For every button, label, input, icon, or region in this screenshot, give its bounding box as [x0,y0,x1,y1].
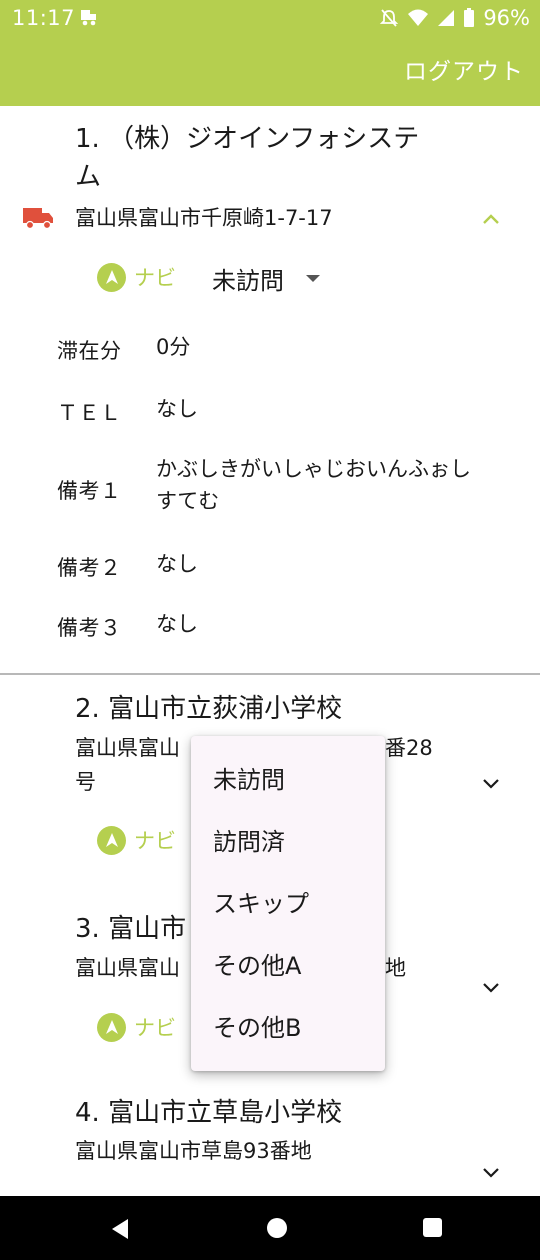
menu-item-visited[interactable]: 訪問済 [191,808,385,870]
detail-label-note3: 備考３ [57,616,122,640]
divider [0,673,540,675]
detail-value-note2: なし [156,552,198,576]
navi-label: ナビ [134,266,176,290]
wifi-icon [408,9,429,26]
stop-address-part: 地 [385,956,406,980]
status-time: 11:17 [12,6,76,30]
stop-address-part: 番28 [385,736,433,760]
visit-status-menu: 未訪問 訪問済 スキップ その他A その他B [191,736,385,1071]
logout-button[interactable]: ログアウト [404,52,524,86]
detail-label-stay: 滞在分 [57,339,122,363]
stop-title: 2. 富山市立荻浦小学校 [75,694,343,724]
stop-title: 4. 富山市立草島小学校 [75,1098,343,1128]
dropdown-arrow-icon [306,275,320,282]
navigation-arrow-icon [97,262,126,292]
signal-icon [438,10,455,26]
navigation-arrow-icon [97,825,126,855]
menu-item-other-a[interactable]: その他A [191,932,385,994]
chevron-up-icon[interactable] [480,208,502,230]
detail-value-stay: 0分 [156,335,191,359]
truck-notification-icon [81,10,96,26]
detail-label-tel: ＴＥＬ [57,401,122,425]
navi-button[interactable]: ナビ [97,262,176,292]
detail-value-note3: なし [156,612,198,636]
navigation-arrow-icon [97,1012,126,1042]
system-nav-bar [0,1196,540,1260]
navi-button[interactable]: ナビ [97,825,176,855]
menu-item-not-visited[interactable]: 未訪問 [191,746,385,808]
navi-label: ナビ [134,1016,176,1040]
visit-status-value: 未訪問 [212,267,284,295]
stop-address-part: 富山県富山 [75,736,180,760]
home-icon[interactable] [267,1218,287,1238]
menu-item-skip[interactable]: スキップ [191,870,385,932]
battery-icon [464,8,475,27]
back-icon[interactable] [110,1218,130,1240]
stop-address: 富山県富山市草島93番地 [75,1139,312,1163]
stop-address-part: 号 [75,770,96,794]
menu-item-other-b[interactable]: その他B [191,994,385,1056]
status-icons: 96% [379,6,530,30]
chevron-down-icon[interactable] [480,976,502,998]
detail-value-note1: かぶしきがいしゃじおいんふぉし すてむ [156,457,471,513]
battery-percent: 96% [483,6,530,30]
chevron-down-icon[interactable] [480,772,502,794]
stop-address: 富山県富山市千原崎1-7-17 [75,206,333,230]
truck-icon [23,208,53,230]
visit-status-select[interactable]: 未訪問 [212,261,320,296]
detail-label-note1: 備考１ [57,479,122,503]
stop-address-part: 富山県富山 [75,956,180,980]
do-not-disturb-icon [380,9,399,27]
navi-button[interactable]: ナビ [97,1012,176,1042]
recent-apps-icon[interactable] [423,1218,442,1237]
stop-title: 3. 富山市 [75,914,187,944]
app-header: 11:17 96% ログアウト [0,0,540,106]
navi-label: ナビ [134,829,176,853]
detail-label-note2: 備考２ [57,556,122,580]
stop-title: 1. （株）ジオインフォシステ ム [75,124,420,192]
detail-value-tel: なし [156,397,198,421]
chevron-down-icon[interactable] [480,1161,502,1183]
status-bar: 11:17 96% [0,0,540,36]
